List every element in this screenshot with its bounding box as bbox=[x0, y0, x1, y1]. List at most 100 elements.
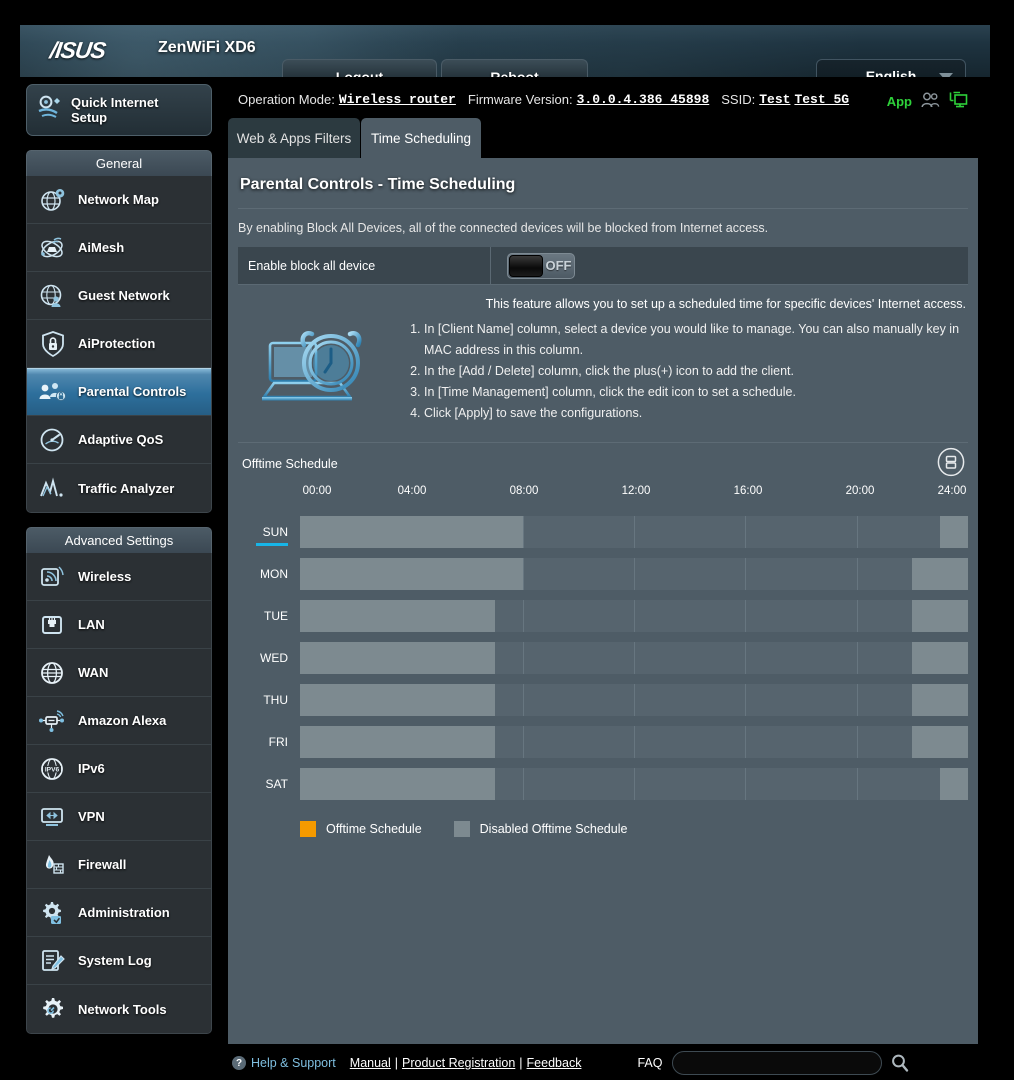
schedule-track[interactable] bbox=[300, 768, 968, 800]
sidebar-item-traffic-analyzer[interactable]: Traffic Analyzer bbox=[27, 464, 211, 512]
schedule-track[interactable] bbox=[300, 600, 968, 632]
sidebar-item-amazon-alexa[interactable]: Amazon Alexa bbox=[27, 697, 211, 745]
schedule-tick bbox=[522, 600, 524, 632]
schedule-grid[interactable]: SUN MON TUE WED THU FRI SAT bbox=[238, 511, 968, 805]
time-tick: 00:00 bbox=[302, 485, 332, 497]
tab-time-scheduling[interactable]: Time Scheduling bbox=[361, 118, 481, 158]
schedule-day-label[interactable]: FRI bbox=[238, 735, 300, 749]
parental-controls-icon bbox=[37, 376, 69, 408]
product-registration-link[interactable]: Product Registration bbox=[402, 1056, 515, 1070]
schedule-day-label[interactable]: SUN bbox=[238, 525, 300, 546]
sidebar-item-network-tools[interactable]: Network Tools bbox=[27, 985, 211, 1033]
clients-people-icon[interactable] bbox=[921, 92, 940, 111]
schedule-tick bbox=[745, 600, 747, 632]
sidebar-item-label: AiMesh bbox=[78, 240, 125, 255]
sidebar-item-parental-controls[interactable]: Parental Controls bbox=[27, 368, 211, 416]
schedule-day-label[interactable]: THU bbox=[238, 693, 300, 707]
ssid-2g-value[interactable]: Test bbox=[759, 92, 790, 107]
list-view-icon[interactable] bbox=[936, 447, 966, 477]
sidebar-item-vpn[interactable]: VPN bbox=[27, 793, 211, 841]
schedule-row: THU bbox=[238, 679, 968, 721]
sidebar-item-firewall[interactable]: Firewall bbox=[27, 841, 211, 889]
schedule-tick bbox=[856, 600, 858, 632]
sidebar-item-aimesh[interactable]: AiMesh bbox=[27, 224, 211, 272]
sidebar-item-adaptive-qos[interactable]: Adaptive QoS bbox=[27, 416, 211, 464]
feedback-link[interactable]: Feedback bbox=[527, 1056, 582, 1070]
network-map-icon bbox=[37, 184, 69, 216]
question-mark-icon: ? bbox=[232, 1056, 246, 1070]
app-icon-group: App bbox=[887, 91, 968, 111]
schedule-block[interactable] bbox=[912, 726, 968, 758]
schedule-block[interactable] bbox=[940, 768, 968, 800]
schedule-track[interactable] bbox=[300, 558, 968, 590]
block-all-devices-toggle[interactable]: OFF bbox=[507, 252, 575, 279]
sidebar-item-network-map[interactable]: Network Map bbox=[27, 176, 211, 224]
sidebar-item-wireless[interactable]: Wireless bbox=[27, 553, 211, 601]
schedule-block[interactable] bbox=[300, 726, 495, 758]
faq-search-input[interactable] bbox=[672, 1051, 883, 1075]
schedule-tick bbox=[634, 642, 635, 674]
sidebar-item-label: Firewall bbox=[78, 857, 127, 872]
logout-button[interactable]: Logout bbox=[282, 59, 437, 77]
content-area: Web & Apps Filters Time Scheduling Paren… bbox=[228, 118, 990, 1044]
schedule-tick bbox=[634, 768, 635, 800]
app-label[interactable]: App bbox=[887, 94, 912, 109]
sidebar-item-guest-network[interactable]: Guest Network bbox=[27, 272, 211, 320]
schedule-track[interactable] bbox=[300, 726, 968, 758]
asus-logo: /ISUS bbox=[48, 37, 107, 63]
feature-note: This feature allows you to set up a sche… bbox=[485, 297, 966, 311]
sidebar-item-label: VPN bbox=[78, 809, 105, 824]
tab-web-apps-filters[interactable]: Web & Apps Filters bbox=[228, 118, 360, 158]
sidebar-item-label: Adaptive QoS bbox=[78, 432, 164, 447]
schedule-block[interactable] bbox=[300, 642, 495, 674]
status-infobar: Operation Mode: Wireless router Firmware… bbox=[228, 80, 990, 118]
schedule-day-label[interactable]: SAT bbox=[238, 777, 300, 791]
manual-link[interactable]: Manual bbox=[350, 1056, 391, 1070]
schedule-block[interactable] bbox=[912, 684, 968, 716]
sidebar-item-aiprotection[interactable]: AiProtection bbox=[27, 320, 211, 368]
schedule-day-label[interactable]: WED bbox=[238, 651, 300, 665]
top-banner: /ISUS ZenWiFi XD6 Logout Reboot English bbox=[20, 25, 990, 77]
schedule-track[interactable] bbox=[300, 684, 968, 716]
schedule-track[interactable] bbox=[300, 516, 968, 548]
schedule-tick bbox=[856, 516, 858, 548]
step-item: In [Time Management] column, click the e… bbox=[424, 382, 968, 403]
schedule-block[interactable] bbox=[940, 516, 968, 548]
schedule-block[interactable] bbox=[300, 768, 495, 800]
sidebar-item-label: Administration bbox=[78, 905, 170, 920]
traffic-analyzer-icon bbox=[37, 472, 69, 504]
sidebar-item-label: IPv6 bbox=[78, 761, 105, 776]
sidebar-item-administration[interactable]: Administration bbox=[27, 889, 211, 937]
sidebar-general-group: Network Map AiMesh Guest Network AiProte… bbox=[26, 176, 212, 513]
gear-admin-icon bbox=[37, 897, 69, 929]
ssid-5g-value[interactable]: Test_5G bbox=[794, 92, 849, 107]
operation-mode-value[interactable]: Wireless router bbox=[339, 92, 456, 107]
help-and-support[interactable]: ? Help & Support bbox=[232, 1056, 336, 1070]
schedule-day-label[interactable]: TUE bbox=[238, 609, 300, 623]
schedule-track[interactable] bbox=[300, 642, 968, 674]
schedule-tick bbox=[745, 684, 747, 716]
search-icon[interactable] bbox=[888, 1051, 912, 1075]
schedule-block[interactable] bbox=[300, 558, 523, 590]
schedule-block[interactable] bbox=[912, 642, 968, 674]
alexa-icon bbox=[37, 705, 69, 737]
schedule-block[interactable] bbox=[300, 684, 495, 716]
sidebar-item-ipv6[interactable]: IPV6 IPv6 bbox=[27, 745, 211, 793]
schedule-tick bbox=[634, 516, 635, 548]
schedule-block[interactable] bbox=[300, 600, 495, 632]
reboot-button[interactable]: Reboot bbox=[441, 59, 588, 77]
quick-internet-setup-button[interactable]: Quick Internet Setup bbox=[26, 84, 212, 136]
schedule-title: Offtime Schedule bbox=[242, 457, 338, 471]
firmware-value[interactable]: 3.0.0.4.386_45898 bbox=[577, 92, 710, 107]
schedule-block[interactable] bbox=[912, 600, 968, 632]
network-monitor-icon[interactable] bbox=[949, 91, 968, 111]
firewall-flame-icon bbox=[37, 849, 69, 881]
language-selector[interactable]: English bbox=[816, 59, 966, 77]
schedule-day-label[interactable]: MON bbox=[238, 567, 300, 581]
schedule-block[interactable] bbox=[912, 558, 968, 590]
schedule-block[interactable] bbox=[300, 516, 523, 548]
sidebar-item-wan[interactable]: WAN bbox=[27, 649, 211, 697]
sidebar-item-system-log[interactable]: System Log bbox=[27, 937, 211, 985]
sidebar-item-lan[interactable]: LAN bbox=[27, 601, 211, 649]
schedule-tick bbox=[745, 558, 747, 590]
